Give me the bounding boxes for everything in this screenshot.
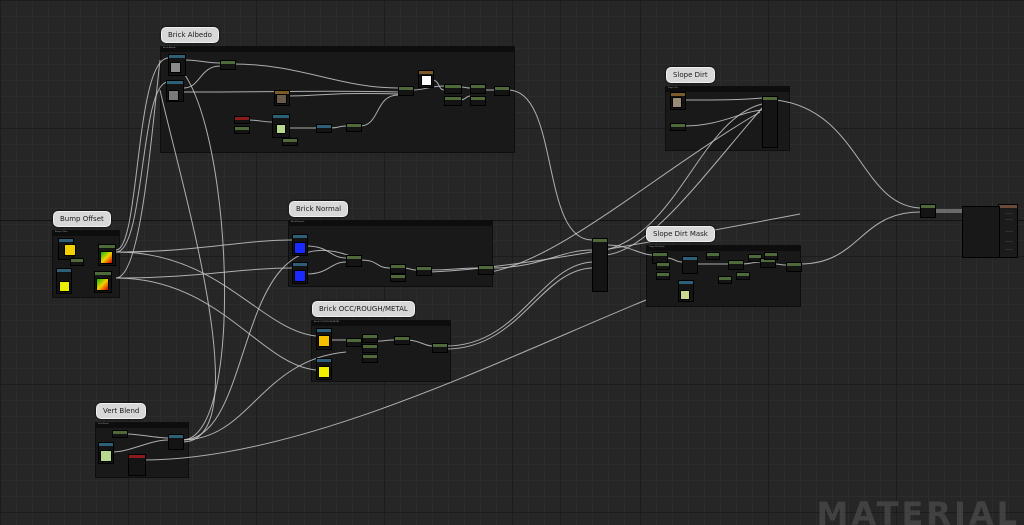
texture-sample-preview	[318, 366, 330, 378]
constant-node[interactable]	[670, 123, 686, 131]
texture-sample-preview	[96, 278, 109, 291]
comment-bubble-vert-blend[interactable]: Vert Blend	[96, 403, 147, 419]
lerp-node[interactable]	[444, 84, 462, 94]
material-attribute-layers-node[interactable]	[592, 238, 608, 292]
texture-sample-preview	[294, 270, 306, 282]
texture-sample-preview	[64, 244, 76, 256]
comment-bubble-slope-dirt[interactable]: Slope Dirt	[666, 67, 715, 83]
multiply-node[interactable]	[398, 86, 414, 96]
lerp-node[interactable]	[168, 434, 184, 450]
saturate-node[interactable]	[786, 262, 802, 272]
constant-node[interactable]	[656, 262, 670, 270]
texture-sample-preview	[294, 242, 306, 254]
constant-node[interactable]	[764, 252, 778, 260]
graph-type-watermark: MATERIAL	[816, 495, 1020, 525]
multiply-node[interactable]	[390, 274, 406, 282]
texture-sample-preview	[276, 94, 287, 104]
lerp-node[interactable]	[362, 334, 378, 343]
multiply-node[interactable]	[346, 123, 362, 132]
comment-bubble-brick-normal[interactable]: Brick Normal	[289, 201, 349, 217]
lerp-node[interactable]	[478, 265, 494, 275]
texture-sample-preview	[421, 75, 432, 86]
multiply-node[interactable]	[728, 260, 744, 270]
material-graph-canvas[interactable]: Brick Albedo Slope Dirt Bump Offset Bric…	[0, 0, 1024, 525]
texture-sample-preview	[59, 281, 70, 292]
texture-sample-preview	[100, 251, 113, 264]
wire-layer	[111, 57, 998, 461]
comment-bubble-brick-orm[interactable]: Brick OCC/ROUGH/METAL	[312, 301, 415, 317]
comment-bubble-slope-dirt-mask[interactable]: Slope Dirt Mask	[646, 226, 715, 242]
texture-sample-preview	[680, 290, 690, 300]
texture-sample-preview	[276, 124, 286, 134]
constant-node[interactable]	[656, 272, 670, 280]
constant-node[interactable]	[234, 116, 250, 124]
lerp-node[interactable]	[362, 354, 378, 363]
multiply-node[interactable]	[282, 138, 298, 146]
texture-sample-preview	[168, 90, 179, 101]
comment-bubble-brick-albedo[interactable]: Brick Albedo	[161, 27, 219, 43]
lerp-node[interactable]	[416, 266, 432, 276]
lerp-node[interactable]	[432, 343, 448, 353]
lerp-node[interactable]	[494, 86, 510, 96]
lerp-node[interactable]	[220, 60, 236, 70]
blend-angle-corrected-normals-node[interactable]	[346, 255, 362, 267]
constant-node[interactable]	[128, 454, 146, 476]
make-material-attributes-node[interactable]	[762, 96, 778, 148]
multiply-node[interactable]	[470, 96, 486, 106]
material-output-node[interactable]	[998, 204, 1018, 258]
lerp-node[interactable]	[362, 344, 378, 353]
constant-node[interactable]	[706, 252, 720, 260]
comment-bubble-bump-offset[interactable]: Bump Offset	[53, 211, 111, 227]
multiply-node[interactable]	[394, 336, 410, 345]
add-node[interactable]	[718, 276, 732, 284]
add-node[interactable]	[316, 124, 332, 133]
lerp-node[interactable]	[390, 264, 406, 274]
vertex-color-node[interactable]	[112, 430, 128, 438]
lerp-node[interactable]	[346, 338, 362, 347]
texture-sample-node[interactable]	[682, 256, 698, 274]
texture-sample-preview	[672, 97, 682, 108]
texture-sample-preview	[318, 335, 330, 347]
multiply-node[interactable]	[234, 126, 250, 134]
blend-material-attributes-node[interactable]	[920, 204, 936, 218]
multiply-node[interactable]	[470, 84, 486, 94]
lerp-node[interactable]	[444, 96, 462, 106]
constant-node[interactable]	[70, 258, 84, 266]
material-output-node[interactable]	[962, 206, 1000, 258]
texture-sample-preview	[100, 450, 112, 462]
texture-sample-preview	[170, 62, 181, 73]
power-node[interactable]	[736, 272, 750, 280]
